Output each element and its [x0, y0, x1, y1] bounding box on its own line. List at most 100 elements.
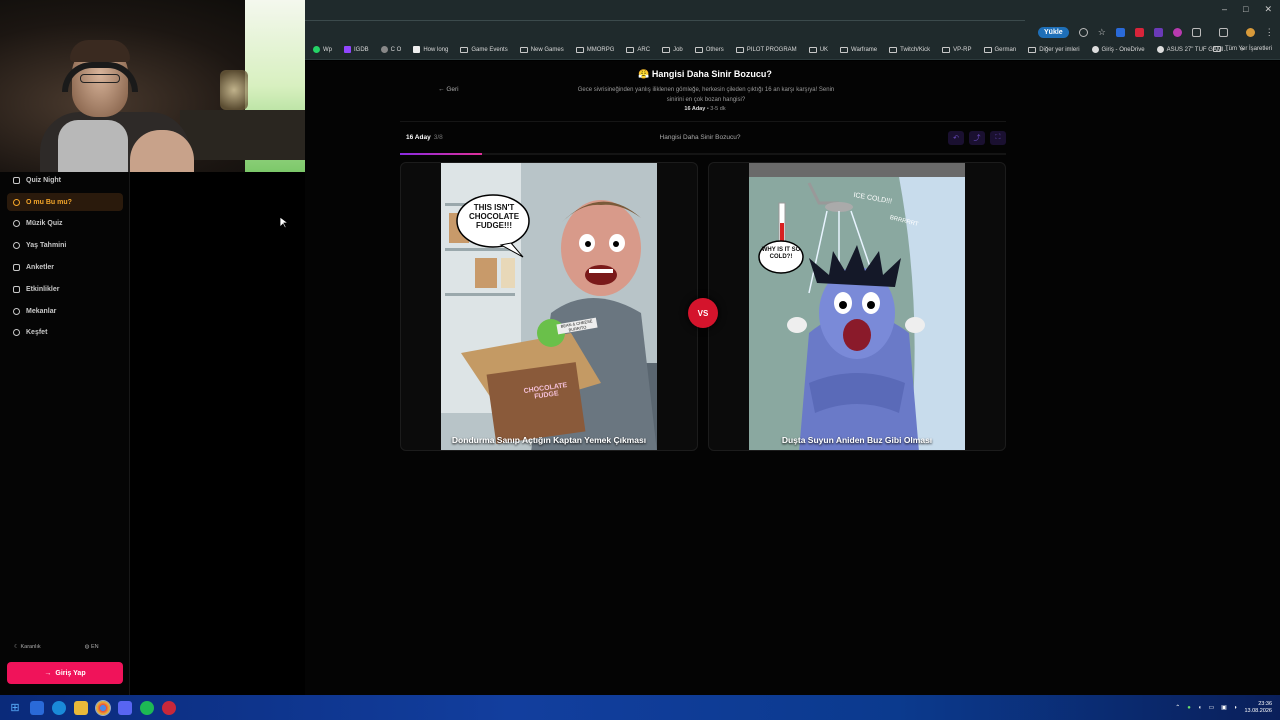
extension-icon[interactable]: [1134, 27, 1144, 37]
login-button[interactable]: → Giriş Yap: [7, 662, 123, 684]
back-link[interactable]: ← Geri: [438, 86, 459, 93]
bookmark-folder[interactable]: German: [983, 46, 1016, 53]
speech-bubble-text: THIS ISN'T CHOCOLATE FUDGE!!!: [468, 203, 520, 230]
sidebar-item-muzik-quiz[interactable]: Müzik Quiz: [7, 214, 123, 232]
folder-icon: [694, 46, 703, 53]
bookmark-icon: [380, 46, 388, 53]
folder-icon: [662, 46, 671, 53]
candidate-image-fridge: THIS ISN'T CHOCOLATE FUDGE!!! CHOCOLATE …: [441, 163, 657, 450]
bookmark-folder[interactable]: PILOT PROGRAM: [735, 46, 797, 53]
extension-icon[interactable]: [1172, 27, 1182, 37]
edge-icon[interactable]: [52, 700, 66, 715]
candidate-caption: Dondurma Sanıp Açtığın Kaptan Yemek Çıkm…: [451, 435, 647, 445]
bookmark-item[interactable]: Giriş - OneDrive: [1091, 46, 1145, 53]
folder-icon: [1028, 46, 1037, 53]
file-explorer-icon[interactable]: [74, 700, 88, 715]
fullscreen-button[interactable]: ⛶: [990, 131, 1006, 145]
candidate-card-right[interactable]: WHY IS IT SO COLD?! ICE COLD!!! BRRRRRT …: [708, 162, 1006, 451]
toolbar-buttons: ↶ ⤴ ⛶: [948, 131, 1006, 145]
bookmark-item[interactable]: IGDB: [344, 46, 369, 53]
sidebar-item-o-mu-bu-mu[interactable]: O mu Bu mu?: [7, 193, 123, 211]
sidebar-item-kesfet[interactable]: Keşfet: [7, 323, 123, 341]
app-icon[interactable]: [162, 700, 176, 715]
whatsapp-icon: [313, 46, 320, 53]
bookmark-folder[interactable]: Twitch/Kick: [889, 46, 930, 53]
theme-toggle[interactable]: ☾ Karanlık: [14, 644, 41, 650]
eye-off-icon[interactable]: [1078, 27, 1088, 37]
candidate-card-left[interactable]: THIS ISN'T CHOCOLATE FUDGE!!! CHOCOLATE …: [400, 162, 698, 451]
browser-toolbar-right: Yükle ☆ ⋮: [1038, 24, 1274, 40]
extension-icon[interactable]: [1153, 27, 1163, 37]
chevron-up-icon[interactable]: ⌃: [1175, 704, 1180, 711]
sidebar-item-anketler[interactable]: Anketler: [7, 258, 123, 276]
sidebar-item-yas-tahmini[interactable]: Yaş Tahmini: [7, 236, 123, 254]
progress-track: [400, 153, 1006, 155]
angry-emoji-icon: 😤: [638, 69, 650, 79]
folder-icon: [735, 46, 744, 53]
bookmark-item[interactable]: Wp: [313, 46, 332, 53]
undo-button[interactable]: ↶: [948, 131, 964, 145]
display-icon[interactable]: ▭: [1209, 704, 1215, 711]
page-description: Gece sivrisineğinden yanlış iliklenen gö…: [577, 87, 835, 103]
language-toggle[interactable]: ◍ EN: [85, 644, 99, 650]
folder-icon: [840, 46, 849, 53]
windows-start-icon[interactable]: ⊞: [8, 701, 22, 715]
bookmark-folder[interactable]: UK: [808, 46, 828, 53]
book-icon: [13, 176, 20, 184]
app-icon[interactable]: [30, 700, 44, 715]
microphone-icon[interactable]: ●: [1187, 705, 1191, 711]
sidebar-item-etkinlikler[interactable]: Etkinlikler: [7, 280, 123, 298]
sidepanel-icon[interactable]: [1218, 27, 1228, 37]
sidebar-item-quiz-night[interactable]: Quiz Night: [7, 171, 123, 189]
progress-fill: [400, 153, 482, 155]
chrome-icon[interactable]: [95, 699, 111, 716]
bookmark-folder[interactable]: ARC: [626, 46, 650, 53]
bookmark-folder[interactable]: Warframe: [840, 46, 877, 53]
folder-icon: [575, 46, 584, 53]
bookmark-folder[interactable]: Job: [662, 46, 683, 53]
update-button[interactable]: Yükle: [1038, 26, 1069, 38]
star-icon[interactable]: ☆: [1098, 27, 1106, 38]
sidebar-item-mekanlar[interactable]: Mekanlar: [7, 302, 123, 320]
webcam-glasses: [80, 74, 120, 83]
igdb-icon: [344, 46, 351, 53]
candidate-caption: Duşta Suyun Aniden Buz Gibi Olması: [781, 435, 933, 445]
speaker-icon[interactable]: ◗: [1234, 705, 1238, 711]
network-icon[interactable]: ▣: [1221, 704, 1227, 711]
close-button[interactable]: ✕: [1264, 4, 1272, 15]
bookmark-item[interactable]: How long: [413, 46, 448, 53]
candidate-image-shower: WHY IS IT SO COLD?! ICE COLD!!! BRRRRRT: [749, 163, 965, 450]
volume-icon[interactable]: ◖: [1198, 705, 1202, 711]
login-icon: →: [44, 669, 52, 677]
folder-icon: [983, 46, 992, 53]
menu-icon[interactable]: ⋮: [1265, 27, 1274, 38]
maximize-button[interactable]: □: [1243, 4, 1248, 15]
people-icon: [13, 241, 20, 249]
bookmark-folder[interactable]: Diğer yer imleri: [1028, 46, 1080, 53]
question-icon: [13, 198, 20, 206]
bookmark-item[interactable]: C O: [380, 46, 401, 53]
discord-icon[interactable]: [118, 700, 132, 715]
share-button[interactable]: ⤴: [969, 131, 985, 145]
vs-badge: VS: [688, 298, 718, 328]
system-clock[interactable]: 23:36 13.08.2026: [1244, 701, 1272, 715]
round-progress: 3/8: [433, 134, 443, 141]
page-title: 😤 Hangisi Daha Sinir Bozucu?: [638, 69, 772, 79]
bookmark-icon: [413, 46, 421, 53]
bookmark-folder[interactable]: MMORPG: [575, 46, 614, 53]
all-bookmarks[interactable]: Tüm Yer İşaretleri: [1212, 46, 1272, 52]
taskbar: ⊞ ⌃ ● ◖ ▭ ▣ ◗ 23:36 13.08.2026: [0, 695, 1280, 720]
profile-avatar[interactable]: [1245, 27, 1255, 37]
extension-icon[interactable]: [1115, 27, 1125, 37]
compass-icon: [13, 328, 20, 336]
bookmark-folder[interactable]: New Games: [519, 46, 564, 53]
bookmark-folder[interactable]: Others: [694, 46, 724, 53]
folder-icon: [519, 46, 528, 53]
spotify-icon[interactable]: [140, 700, 154, 715]
bookmark-folder[interactable]: Game Events: [460, 46, 508, 53]
webcam-overlay: [0, 0, 305, 172]
bookmarks-bar: Wp IGDB C O How long Game Events New Gam…: [305, 40, 1280, 60]
minimize-button[interactable]: –: [1222, 4, 1227, 15]
bookmark-folder[interactable]: VP-RP: [942, 46, 972, 53]
puzzle-icon[interactable]: [1191, 27, 1201, 37]
